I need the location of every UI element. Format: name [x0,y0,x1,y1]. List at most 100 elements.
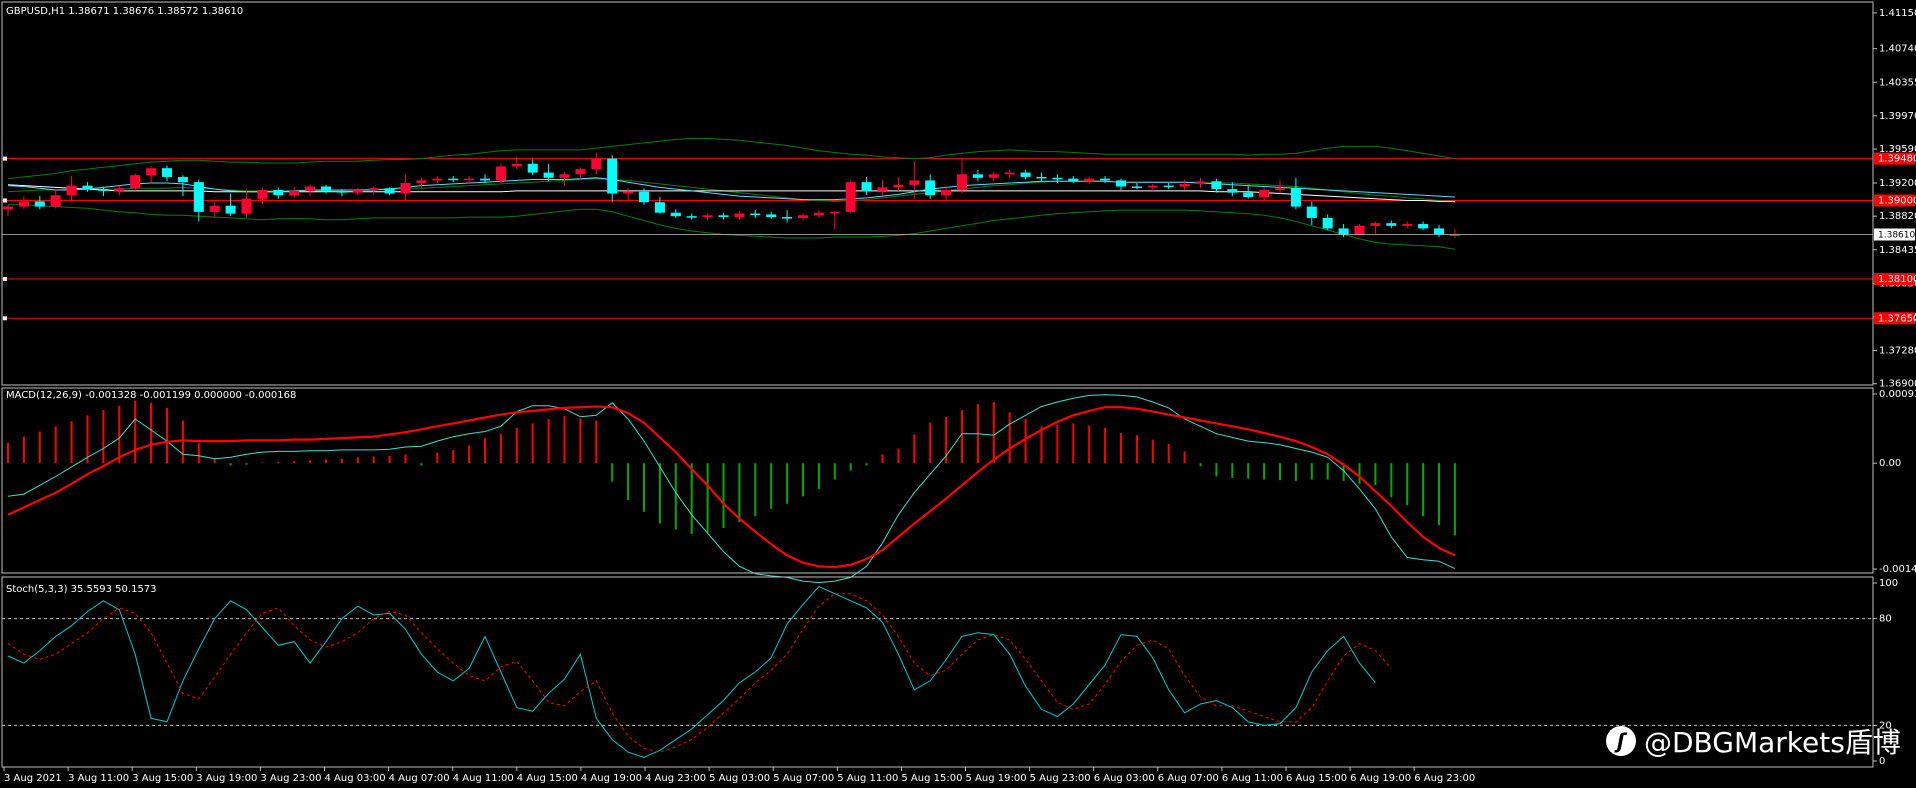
candle-body [66,185,77,196]
candle-body [798,215,808,218]
price-panel-title: GBPUSD,H1 1.38671 1.38676 1.38572 1.3861… [6,6,243,17]
candle-body [1211,181,1222,190]
candle-body [559,174,570,178]
time-tick-label: 5 Aug 07:00 [773,773,834,784]
moving-average-white [7,184,1455,202]
candle-body [1052,177,1063,180]
candle-body [654,202,665,213]
panel-border-macd [1,387,1874,574]
candle-body [1402,224,1413,226]
time-tick-label: 4 Aug 07:00 [389,773,450,784]
candle-body [1020,172,1031,177]
price-tick-label: 1.39200 [1879,178,1916,189]
time-tick-label: 6 Aug 15:00 [1286,773,1347,784]
candle-body [1116,180,1126,187]
candle-body [1195,181,1206,184]
time-tick-label: 6 Aug 07:00 [1158,773,1219,784]
price-tick-label: 1.41150 [1879,8,1916,19]
candle-body [114,188,125,191]
candle-body [321,186,331,191]
candle-body [1227,189,1238,193]
time-tick-label: 5 Aug 03:00 [709,773,770,784]
candle-body [782,217,793,219]
candle-body [1243,192,1254,197]
watermark-text: @DBGMarkets盾博 [1644,726,1901,759]
level-line-label: 1.39480 [1878,154,1916,165]
price-panel: GBPUSD,H1 1.38671 1.38676 1.38572 1.3861… [2,6,1916,390]
price-tick-label: 1.38435 [1879,245,1916,256]
candle-body [1084,178,1095,182]
candle-body [861,182,872,191]
candle-body [400,183,411,194]
candle-body [209,205,220,212]
candle-body [877,187,888,191]
candle-body [1036,176,1047,179]
time-tick-label: 4 Aug 11:00 [453,773,514,784]
candle-body [988,174,999,178]
panel-border-stoch [1,576,1874,768]
candle-body [1147,185,1158,188]
level-line-label: 1.38100 [1878,274,1916,285]
candle-body [1322,217,1333,229]
candle-body [1418,224,1429,229]
time-tick-label: 4 Aug 23:00 [645,773,706,784]
candle-body [893,184,904,188]
candle-body [1338,228,1349,235]
stoch-tick-label: 100 [1879,578,1898,589]
candle-body [1434,228,1444,235]
price-tick-label: 1.39970 [1879,111,1916,122]
stoch-tick-label: 80 [1879,614,1892,625]
candle-body [336,190,347,193]
candle-body [305,186,316,191]
candle-body [1259,190,1270,197]
candle-body [1386,223,1397,226]
candle-body [718,215,729,218]
candle-body [957,174,967,191]
candle-body [1163,185,1174,188]
candle-body [1131,186,1142,189]
candle-body [352,190,363,193]
candle-body [829,211,840,214]
candle-body [1306,206,1317,218]
bollinger-lower [8,204,1455,250]
candle-body [909,180,920,185]
candle-body [289,190,300,196]
time-tick-label: 5 Aug 11:00 [837,773,898,784]
candle-body [273,190,284,196]
candle-body [495,166,506,181]
candle-body [50,195,61,207]
candle-body [130,175,141,189]
candle-body [368,188,379,191]
candle-body [1179,183,1190,187]
price-tick-label: 1.37280 [1879,346,1916,357]
candle-body [702,215,713,218]
candle-body [527,163,538,173]
candle-body [18,201,29,207]
time-tick-label: 5 Aug 15:00 [901,773,962,784]
time-tick-label: 4 Aug 15:00 [517,773,578,784]
candle-body [257,190,268,199]
time-tick-label: 5 Aug 19:00 [966,773,1027,784]
candle-body [1370,223,1381,226]
level-line-handle [3,316,7,321]
candle-body [225,205,236,214]
level-line-handle [3,198,7,203]
candle-body [146,168,157,176]
time-tick-label: 6 Aug 19:00 [1350,773,1411,784]
level-line-label: 1.39000 [1878,195,1916,206]
macd-tick-label: 0.000939 [1879,389,1916,400]
candle-body [241,198,252,214]
watermark: ʃ @DBGMarkets盾博 [1606,721,1901,761]
candle-body [98,189,109,191]
candle-body [432,178,443,181]
macd-panel: MACD(12,26,9) -0.001328 -0.001199 0.0000… [6,389,1916,584]
candle-body [1275,188,1285,191]
candle-body [416,180,427,184]
candle-body [591,158,602,170]
candle-body [941,190,952,196]
last-price-label: 1.38610 [1878,231,1915,241]
candle-body [813,212,824,216]
time-tick-label: 3 Aug 2021 [4,773,62,784]
candle-body [1004,172,1015,175]
candle-body [34,201,45,207]
